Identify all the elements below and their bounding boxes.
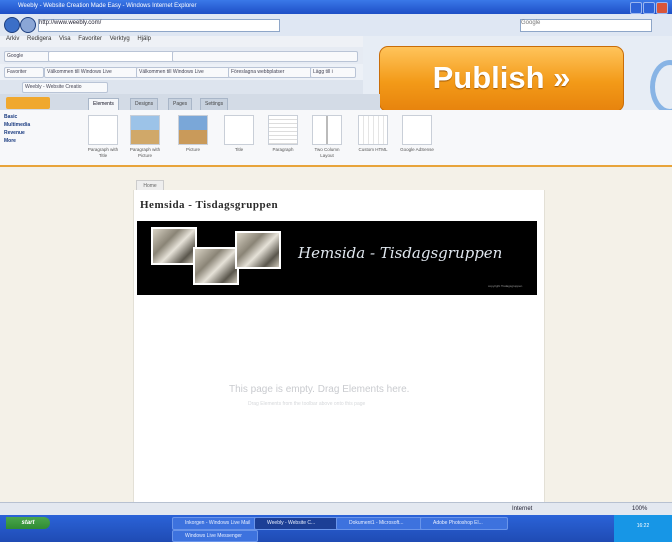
taskbar-item[interactable]: Windows Live Messenger (172, 530, 258, 542)
two-column-layout-icon (312, 115, 342, 145)
window-title: Weebly - Website Creation Made Easy - Wi… (18, 3, 197, 9)
title-icon (224, 115, 254, 145)
category-multimedia[interactable]: Multimedia (4, 122, 68, 130)
window-titlebar: Weebly - Website Creation Made Easy - Wi… (0, 0, 672, 14)
element-label: Two Column Layout (314, 147, 340, 158)
taskbar: start Inkorgen - Windows Live Mail Weebl… (0, 515, 672, 542)
menu-item[interactable]: Arkiv (6, 36, 19, 42)
banner-photo (235, 231, 281, 269)
publish-button[interactable]: Publish » (379, 46, 624, 112)
picture-icon (178, 115, 208, 145)
banner-copyright: copyright Tisdagsgruppen (488, 284, 523, 288)
minimize-button[interactable] (630, 2, 642, 14)
tab-elements[interactable]: Elements (88, 98, 119, 110)
back-icon[interactable] (4, 17, 20, 33)
element-label: Paragraph (272, 147, 294, 152)
taskbar-item[interactable]: Adobe Photoshop El... (420, 517, 508, 530)
element-paragraph-with-title[interactable]: Paragraph with Title (86, 115, 120, 159)
forward-icon[interactable] (20, 17, 36, 33)
element-custom-html[interactable]: Custom HTML (356, 115, 390, 153)
zoom-level[interactable]: 100% (632, 506, 647, 512)
banner-photo (193, 247, 239, 285)
tab-pages[interactable]: Pages (168, 98, 193, 110)
address-row: http://www.weebly.com/ Google (0, 14, 672, 36)
taskbar-item[interactable]: Inkorgen - Windows Live Mail (172, 517, 258, 530)
security-zone: Internet (512, 506, 533, 512)
element-paragraph-with-picture[interactable]: Paragraph with Picture (128, 115, 162, 159)
system-tray: 16:22 (614, 515, 672, 542)
favorites-button[interactable]: Favoriter (4, 67, 44, 78)
element-picture[interactable]: Picture (176, 115, 210, 153)
weebly-tab-bar: Elements Designs Pages Settings (0, 94, 380, 110)
element-google-adsense[interactable]: Google AdSense (400, 115, 434, 153)
element-label: Paragraph with Title (87, 147, 119, 158)
taskbar-item[interactable]: Weebly - Website C... (254, 517, 340, 530)
element-label: Title (234, 147, 244, 152)
empty-page-message: This page is empty. Drag Elements here. (229, 384, 410, 395)
menu-item[interactable]: Favoriter (78, 36, 102, 42)
element-label: Custom HTML (358, 147, 388, 152)
maximize-button[interactable] (643, 2, 655, 14)
clock[interactable]: 16:22 (614, 523, 672, 529)
address-input[interactable]: http://www.weebly.com/ (38, 19, 280, 32)
element-label: Paragraph with Picture (129, 147, 161, 158)
close-button[interactable] (656, 2, 668, 14)
paragraph-with-title-icon (88, 115, 118, 145)
element-title[interactable]: Title (222, 115, 256, 153)
tab-designs[interactable]: Designs (130, 98, 159, 110)
status-bar: Internet 100% (0, 502, 672, 516)
browser-tab[interactable]: Weebly - Website Creatio (22, 82, 108, 93)
google-toolbar-buttons[interactable] (172, 51, 358, 62)
taskbar-item[interactable]: Dokument1 - Microsoft... (336, 517, 426, 530)
favorite-link[interactable]: Lägg till i (310, 67, 356, 78)
empty-page-hint: Drag Elements from the toolbar above ont… (248, 401, 366, 407)
tab-settings[interactable]: Settings (200, 98, 229, 110)
elements-toolbar: Basic Multimedia Revenue More Paragraph … (0, 110, 672, 167)
menu-item[interactable]: Hjälp (137, 36, 151, 42)
element-label: Google AdSense (400, 147, 434, 152)
category-revenue[interactable]: Revenue (4, 130, 68, 138)
favorite-link[interactable]: Välkommen till Windows Live (136, 67, 230, 78)
start-button[interactable]: start (6, 517, 50, 529)
paragraph-with-picture-icon (130, 115, 160, 145)
menu-item[interactable]: Redigera (27, 36, 51, 42)
banner-photo (151, 227, 197, 265)
google-search-field[interactable] (48, 51, 174, 62)
element-paragraph[interactable]: Paragraph (266, 115, 300, 153)
paragraph-icon (268, 115, 298, 145)
favorite-link[interactable]: Föreslagna webbplatser (228, 67, 312, 78)
page-heading[interactable]: Hemsida - Tisdagsgruppen (140, 199, 278, 211)
menu-item[interactable]: Visa (59, 36, 71, 42)
banner-title: Hemsida - Tisdagsgruppen (298, 244, 503, 262)
favorite-link[interactable]: Välkommen till Windows Live (44, 67, 138, 78)
custom-html-icon (358, 115, 388, 145)
google-toolbar-label[interactable]: Google (4, 51, 50, 62)
google-adsense-icon (402, 115, 432, 145)
category-more[interactable]: More (4, 138, 68, 146)
category-basic[interactable]: Basic (4, 114, 68, 122)
search-input[interactable]: Google (520, 19, 652, 32)
element-label: Picture (185, 147, 200, 152)
menu-item[interactable]: Verktyg (110, 36, 130, 42)
weebly-logo (6, 97, 50, 109)
element-categories: Basic Multimedia Revenue More (4, 114, 68, 146)
element-two-column-layout[interactable]: Two Column Layout (310, 115, 344, 159)
